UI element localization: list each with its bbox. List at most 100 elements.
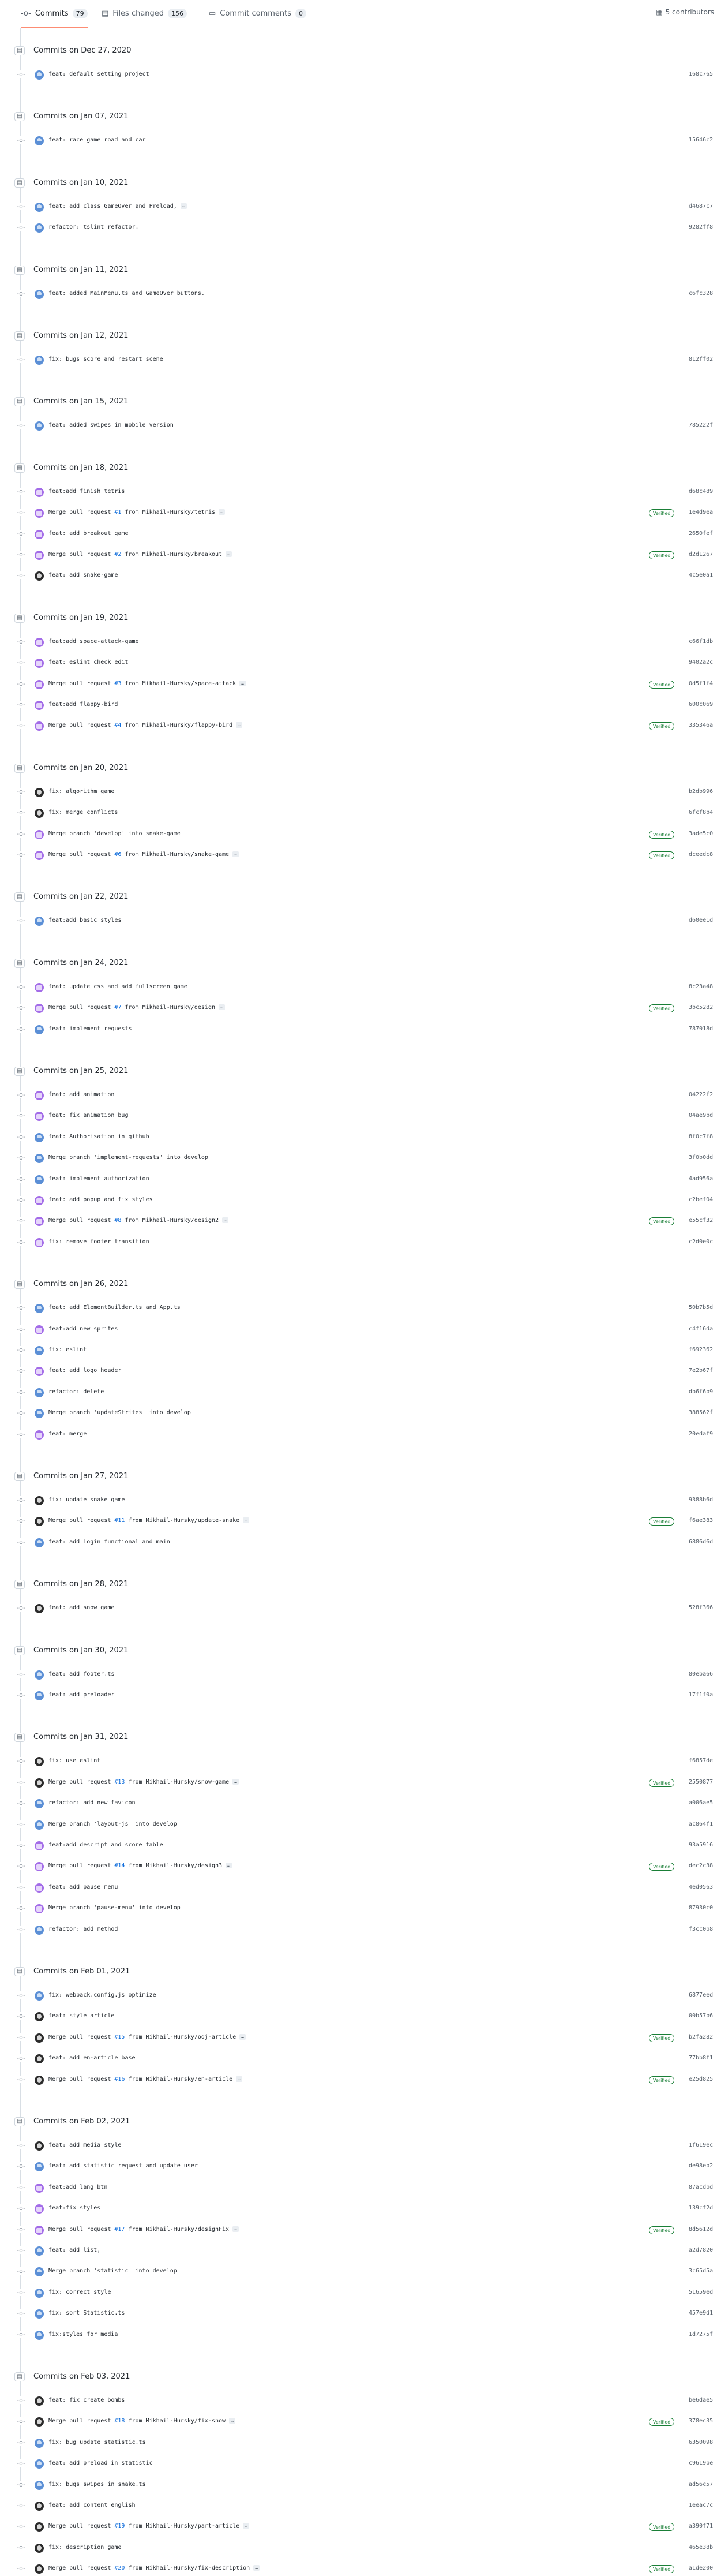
author-avatar[interactable] <box>35 829 44 839</box>
author-avatar[interactable] <box>35 1430 44 1440</box>
author-avatar[interactable] <box>35 2564 44 2574</box>
expand-message-button[interactable]: … <box>243 2523 249 2529</box>
commit-sha-link[interactable]: ac864f1 <box>689 1821 713 1827</box>
commit-sha-link[interactable]: 812ff02 <box>689 356 713 362</box>
author-avatar[interactable] <box>35 1925 44 1935</box>
commit-message-link[interactable]: feat: add logo header <box>48 1367 121 1374</box>
commit-message-link[interactable]: feat: fix create bombs <box>48 2397 125 2403</box>
author-avatar[interactable] <box>35 851 44 860</box>
expand-message-button[interactable]: … <box>226 551 232 557</box>
commit-message-link[interactable]: feat: style article <box>48 2013 114 2019</box>
commit-sha-link[interactable]: 51659ed <box>689 2289 713 2295</box>
commit-sha-link[interactable]: 00b57b6 <box>689 2013 713 2019</box>
commit-sha-link[interactable]: 87acdbd <box>689 2184 713 2190</box>
commit-sha-link[interactable]: 9282ff8 <box>689 224 713 230</box>
pull-request-link[interactable]: #2 <box>114 551 121 558</box>
commit-message-link[interactable]: feat:add flappy-bird <box>48 701 118 708</box>
verified-badge[interactable]: Verified <box>649 1004 675 1013</box>
author-avatar[interactable] <box>35 223 44 233</box>
expand-message-button[interactable]: … <box>239 2033 246 2040</box>
verified-badge[interactable]: Verified <box>649 851 675 859</box>
expand-message-button[interactable]: … <box>243 1517 249 1524</box>
commit-sha-link[interactable]: b2db996 <box>689 788 713 795</box>
author-avatar[interactable] <box>35 1778 44 1788</box>
author-avatar[interactable] <box>35 2396 44 2406</box>
commit-message-link[interactable]: feat: added swipes in mobile version <box>48 422 174 428</box>
commit-sha-link[interactable]: 139cf2d <box>689 2205 713 2211</box>
pull-request-link[interactable]: #1 <box>114 509 121 515</box>
commit-message-link[interactable]: feat: implement requests <box>48 1026 132 1032</box>
author-avatar[interactable] <box>35 529 44 539</box>
author-avatar[interactable] <box>35 2459 44 2469</box>
commit-sha-link[interactable]: d2d1267 <box>689 551 713 558</box>
commit-sha-link[interactable]: de98eb2 <box>689 2163 713 2169</box>
commit-message-link[interactable]: Merge pull request #13 from Mikhail-Hurs… <box>48 1778 239 1785</box>
expand-message-button[interactable]: … <box>232 1778 239 1785</box>
commit-sha-link[interactable]: 1d7275f <box>689 2331 713 2338</box>
author-avatar[interactable] <box>35 917 44 926</box>
pull-request-link[interactable]: #4 <box>114 722 121 728</box>
author-avatar[interactable] <box>35 2075 44 2085</box>
author-avatar[interactable] <box>35 1346 44 1355</box>
pull-request-link[interactable]: #7 <box>114 1004 121 1011</box>
tab-files-changed[interactable]: ▤ Files changed 156 <box>102 0 187 27</box>
commit-sha-link[interactable]: a2d7820 <box>689 2247 713 2253</box>
pull-request-link[interactable]: #20 <box>114 2565 125 2571</box>
commit-sha-link[interactable]: 3bc5282 <box>689 1004 713 1011</box>
commit-sha-link[interactable]: b2fa282 <box>689 2034 713 2040</box>
commit-message-link[interactable]: fix: remove footer transition <box>48 1239 149 1245</box>
commit-message-link[interactable]: Merge branch 'implement-requests' into d… <box>48 1154 208 1161</box>
commit-message-link[interactable]: Merge pull request #2 from Mikhail-Hursk… <box>48 551 232 558</box>
pull-request-link[interactable]: #14 <box>114 1863 125 1869</box>
commit-sha-link[interactable]: 77bb8f1 <box>689 2055 713 2061</box>
author-avatar[interactable] <box>35 1862 44 1872</box>
commit-sha-link[interactable]: 9388b6d <box>689 1497 713 1503</box>
commit-sha-link[interactable]: e55cf32 <box>689 1217 713 1224</box>
pull-request-link[interactable]: #3 <box>114 681 121 687</box>
commit-sha-link[interactable]: 6350098 <box>689 2439 713 2446</box>
commit-sha-link[interactable]: 15646c2 <box>689 137 713 143</box>
commit-message-link[interactable]: fix: eslint <box>48 1347 87 1353</box>
commit-message-link[interactable]: feat: Authorisation in github <box>48 1134 149 1140</box>
author-avatar[interactable] <box>35 2141 44 2151</box>
commit-message-link[interactable]: fix:styles for media <box>48 2331 118 2338</box>
author-avatar[interactable] <box>35 2309 44 2319</box>
commit-message-link[interactable]: fix: merge conflicts <box>48 809 118 816</box>
verified-badge[interactable]: Verified <box>649 2226 675 2234</box>
commit-message-link[interactable]: feat:add new sprites <box>48 1326 118 1332</box>
commit-message-link[interactable]: fix: use eslint <box>48 1758 100 1764</box>
author-avatar[interactable] <box>35 2438 44 2448</box>
expand-message-button[interactable]: … <box>253 2565 260 2571</box>
expand-message-button[interactable]: … <box>219 1004 225 1011</box>
commit-sha-link[interactable]: 378ec35 <box>689 2418 713 2424</box>
author-avatar[interactable] <box>35 1517 44 1527</box>
commit-sha-link[interactable]: 3c65d5a <box>689 2268 713 2274</box>
commit-sha-link[interactable]: 6fcf8b4 <box>689 809 713 816</box>
expand-message-button[interactable]: … <box>229 2418 235 2424</box>
commit-message-link[interactable]: Merge pull request #19 from Mikhail-Hurs… <box>48 2523 249 2529</box>
author-avatar[interactable] <box>35 1196 44 1205</box>
author-avatar[interactable] <box>35 1691 44 1700</box>
author-avatar[interactable] <box>35 1175 44 1184</box>
commit-message-link[interactable]: feat: add class GameOver and Preload,… <box>48 203 187 210</box>
author-avatar[interactable] <box>35 2225 44 2235</box>
pull-request-link[interactable]: #13 <box>114 1779 125 1785</box>
commit-message-link[interactable]: feat: added MainMenu.ts and GameOver but… <box>48 290 205 297</box>
commit-message-link[interactable]: feat:add lang btn <box>48 2184 107 2190</box>
author-avatar[interactable] <box>35 2246 44 2256</box>
commit-message-link[interactable]: fix: bugs swipes in snake.ts <box>48 2481 146 2488</box>
commit-message-link[interactable]: feat: add list, <box>48 2247 100 2253</box>
expand-message-button[interactable]: … <box>236 722 242 728</box>
author-avatar[interactable] <box>35 70 44 80</box>
author-avatar[interactable] <box>35 701 44 710</box>
commit-sha-link[interactable]: 9402a2c <box>689 659 713 666</box>
pull-request-link[interactable]: #6 <box>114 851 121 858</box>
commit-message-link[interactable]: feat: add preloader <box>48 1692 114 1698</box>
commit-message-link[interactable]: feat: add preload in statistic <box>48 2460 153 2466</box>
commit-sha-link[interactable]: dec2c38 <box>689 1863 713 1869</box>
verified-badge[interactable]: Verified <box>649 2076 675 2084</box>
commit-message-link[interactable]: feat: fix animation bug <box>48 1112 128 1119</box>
author-avatar[interactable] <box>35 1304 44 1314</box>
author-avatar[interactable] <box>35 1325 44 1334</box>
commit-sha-link[interactable]: 4ad956a <box>689 1176 713 1182</box>
